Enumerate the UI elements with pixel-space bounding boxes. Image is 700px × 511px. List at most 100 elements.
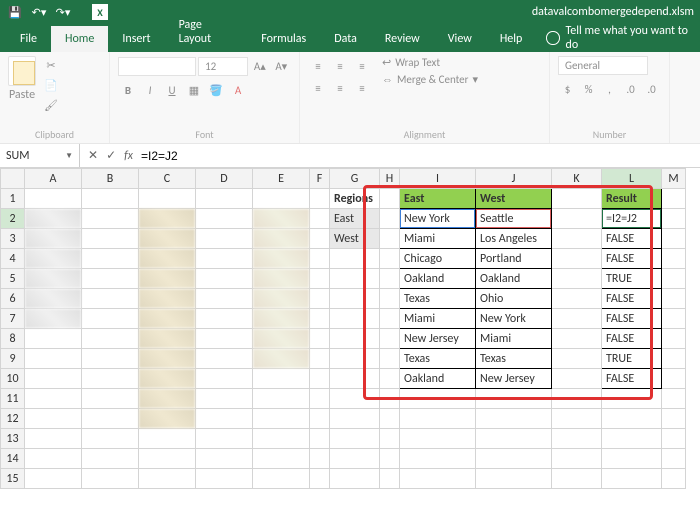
select-all[interactable] xyxy=(1,169,25,189)
col-J[interactable]: J xyxy=(476,169,552,189)
cell[interactable]: Oakland xyxy=(400,269,476,289)
font-size-select[interactable]: 12 xyxy=(198,57,248,76)
cell[interactable]: Seattle xyxy=(476,209,552,229)
decrease-decimal-button[interactable]: .0 xyxy=(642,79,661,99)
increase-decimal-button[interactable]: .0 xyxy=(621,79,640,99)
undo-icon[interactable]: ↶▾ xyxy=(30,3,48,21)
cell[interactable]: New Jersey xyxy=(476,369,552,389)
col-L[interactable]: L xyxy=(602,169,662,189)
tab-data[interactable]: Data xyxy=(320,26,371,52)
cell[interactable]: West xyxy=(476,189,552,209)
row-9[interactable]: 9 xyxy=(1,349,25,369)
currency-button[interactable]: $ xyxy=(558,79,577,99)
cell[interactable]: Portland xyxy=(476,249,552,269)
italic-button[interactable]: I xyxy=(140,80,160,100)
underline-button[interactable]: U xyxy=(162,80,182,100)
row-7[interactable]: 7 xyxy=(1,309,25,329)
cell[interactable]: FALSE xyxy=(602,329,662,349)
cell[interactable]: New Jersey xyxy=(400,329,476,349)
bold-button[interactable]: B xyxy=(118,80,138,100)
row-2[interactable]: 2 xyxy=(1,209,25,229)
row-11[interactable]: 11 xyxy=(1,389,25,409)
worksheet[interactable]: A B C D E F G H I J K L M 1RegionsEastWe… xyxy=(0,168,700,489)
row-13[interactable]: 13 xyxy=(1,429,25,449)
col-K[interactable]: K xyxy=(552,169,602,189)
save-icon[interactable]: 💾 xyxy=(6,3,24,21)
row-10[interactable]: 10 xyxy=(1,369,25,389)
tab-review[interactable]: Review xyxy=(371,26,434,52)
enter-button[interactable]: ✓ xyxy=(106,148,116,163)
col-I[interactable]: I xyxy=(400,169,476,189)
cell[interactable]: Los Angeles xyxy=(476,229,552,249)
align-top-button[interactable]: ≡ xyxy=(308,56,328,76)
font-color-button[interactable]: A xyxy=(228,80,248,100)
cell[interactable]: Regions xyxy=(330,189,380,209)
cell[interactable]: West xyxy=(330,229,380,249)
row-12[interactable]: 12 xyxy=(1,409,25,429)
cancel-button[interactable]: ✕ xyxy=(88,148,98,163)
cell[interactable]: TRUE xyxy=(602,269,662,289)
cell[interactable]: Miami xyxy=(476,329,552,349)
align-bottom-button[interactable]: ≡ xyxy=(352,56,372,76)
comma-button[interactable]: , xyxy=(600,79,619,99)
col-F[interactable]: F xyxy=(310,169,330,189)
cell[interactable]: Texas xyxy=(400,289,476,309)
row-4[interactable]: 4 xyxy=(1,249,25,269)
format-painter-button[interactable]: 🖌 xyxy=(40,96,62,114)
cell[interactable]: FALSE xyxy=(602,229,662,249)
cell[interactable]: Miami xyxy=(400,229,476,249)
copy-button[interactable]: 📄 xyxy=(40,76,62,94)
cut-button[interactable]: ✂ xyxy=(40,56,62,74)
cell[interactable]: Texas xyxy=(476,349,552,369)
col-C[interactable]: C xyxy=(139,169,196,189)
row-15[interactable]: 15 xyxy=(1,469,25,489)
cell[interactable]: Miami xyxy=(400,309,476,329)
row-1[interactable]: 1 xyxy=(1,189,25,209)
percent-button[interactable]: % xyxy=(579,79,598,99)
cell[interactable]: New York xyxy=(476,309,552,329)
col-G[interactable]: G xyxy=(330,169,380,189)
row-6[interactable]: 6 xyxy=(1,289,25,309)
cell[interactable]: Ohio xyxy=(476,289,552,309)
cell[interactable]: Oakland xyxy=(476,269,552,289)
cell[interactable]: FALSE xyxy=(602,369,662,389)
cell[interactable]: FALSE xyxy=(602,289,662,309)
font-family-select[interactable] xyxy=(118,57,196,76)
tab-formulas[interactable]: Formulas xyxy=(247,26,320,52)
col-M[interactable]: M xyxy=(662,169,686,189)
tab-insert[interactable]: Insert xyxy=(108,26,164,52)
tab-file[interactable]: File xyxy=(6,26,51,52)
fx-button[interactable]: fx xyxy=(124,149,133,163)
align-left-button[interactable]: ≡ xyxy=(308,78,328,98)
row-14[interactable]: 14 xyxy=(1,449,25,469)
align-right-button[interactable]: ≡ xyxy=(352,78,372,98)
row-8[interactable]: 8 xyxy=(1,329,25,349)
cell[interactable]: =I2=J2 xyxy=(602,209,662,229)
col-A[interactable]: A xyxy=(25,169,82,189)
name-box[interactable]: SUM ▼ xyxy=(0,144,80,167)
cell[interactable]: Chicago xyxy=(400,249,476,269)
increase-font-button[interactable]: A▴ xyxy=(250,56,269,76)
cell[interactable]: New York xyxy=(400,209,476,229)
col-B[interactable]: B xyxy=(82,169,139,189)
col-H[interactable]: H xyxy=(380,169,400,189)
cell[interactable]: TRUE xyxy=(602,349,662,369)
number-format-select[interactable]: General xyxy=(558,56,648,75)
row-3[interactable]: 3 xyxy=(1,229,25,249)
row-5[interactable]: 5 xyxy=(1,269,25,289)
tell-me-search[interactable]: Tell me what you want to do xyxy=(546,24,694,52)
cell[interactable]: East xyxy=(330,209,380,229)
col-E[interactable]: E xyxy=(253,169,310,189)
tab-view[interactable]: View xyxy=(434,26,486,52)
col-D[interactable]: D xyxy=(196,169,253,189)
cell[interactable]: Oakland xyxy=(400,369,476,389)
paste-button[interactable]: Paste xyxy=(8,56,36,114)
merge-center-button[interactable]: ⇔Merge & Center ▾ xyxy=(382,73,478,86)
tab-page-layout[interactable]: Page Layout xyxy=(165,12,248,52)
cell[interactable]: Texas xyxy=(400,349,476,369)
cell[interactable]: Result xyxy=(602,189,662,209)
formula-input[interactable] xyxy=(141,149,441,163)
cell[interactable]: East xyxy=(400,189,476,209)
tab-home[interactable]: Home xyxy=(51,26,108,52)
cell[interactable]: FALSE xyxy=(602,249,662,269)
